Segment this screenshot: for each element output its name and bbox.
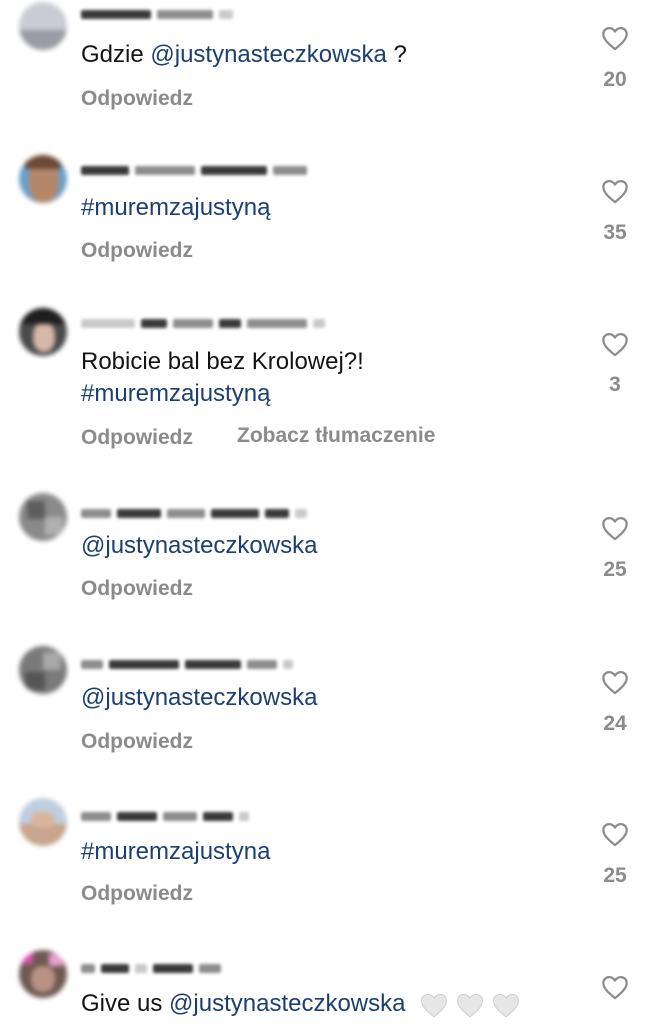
- username[interactable]: [81, 654, 293, 674]
- comment-text: @justynasteczkowska: [81, 530, 317, 562]
- comment-text: Gdzie @justynasteczkowska ?: [81, 39, 407, 71]
- mention-link[interactable]: @justynasteczkowska: [150, 41, 386, 68]
- username[interactable]: [81, 503, 307, 523]
- comment-3: Robicie bal bez Krolowej?! #muremzajustyn…: [0, 305, 658, 485]
- username[interactable]: [81, 806, 249, 826]
- heart-icon[interactable]: [601, 974, 629, 1000]
- comment-plain-text: ?: [386, 41, 407, 68]
- reply-button[interactable]: Odpowiedz: [81, 239, 193, 263]
- emoji-group: [419, 991, 521, 1019]
- avatar[interactable]: [19, 493, 67, 541]
- comment-2: #muremzajustyną Odpowiedz 35: [0, 150, 658, 305]
- like-count: 35: [603, 221, 627, 244]
- comment-plain-text: Give us: [81, 990, 170, 1017]
- like-count: 24: [603, 712, 627, 735]
- comment-text: #muremzajustyna: [81, 836, 270, 868]
- reply-button[interactable]: Odpowiedz: [81, 426, 193, 450]
- like-count: 20: [603, 68, 627, 91]
- white-heart-icon: [493, 993, 520, 1018]
- heart-icon[interactable]: [601, 178, 629, 204]
- username[interactable]: [81, 958, 221, 978]
- heart-icon[interactable]: [601, 25, 629, 51]
- comment-text: Give us @justynasteczkowska: [81, 988, 521, 1020]
- avatar[interactable]: [19, 798, 67, 846]
- heart-icon[interactable]: [601, 669, 629, 695]
- mention-link[interactable]: @justynasteczkowska: [81, 684, 317, 711]
- avatar[interactable]: [19, 308, 67, 356]
- avatar[interactable]: [19, 646, 67, 694]
- see-translation-button[interactable]: Zobacz tłumaczenie: [237, 424, 435, 448]
- username[interactable]: [81, 160, 307, 180]
- like-count: 25: [603, 864, 627, 887]
- reply-button[interactable]: Odpowiedz: [81, 87, 193, 111]
- comment-text: @justynasteczkowska: [81, 682, 317, 714]
- avatar[interactable]: [19, 950, 67, 998]
- comment-1: Gdzie @justynasteczkowska ? Odpowiedz 20: [0, 0, 658, 150]
- reply-button[interactable]: Odpowiedz: [81, 882, 193, 906]
- username[interactable]: [81, 313, 325, 333]
- mention-link[interactable]: @justynasteczkowska: [81, 532, 317, 559]
- avatar[interactable]: [19, 155, 67, 203]
- white-heart-icon: [457, 993, 484, 1018]
- heart-icon[interactable]: [601, 515, 629, 541]
- comment-text: Robicie bal bez Krolowej?! #muremzajustyn…: [81, 346, 364, 410]
- comment-text: #muremzajustyną: [81, 192, 270, 224]
- like-count: 25: [603, 558, 627, 581]
- reply-button[interactable]: Odpowiedz: [81, 730, 193, 754]
- reply-button[interactable]: Odpowiedz: [81, 577, 193, 601]
- comment-7: Give us @justynasteczkowska: [0, 942, 658, 1024]
- comment-6: #muremzajustyna Odpowiedz 25: [0, 792, 658, 942]
- heart-icon[interactable]: [601, 331, 629, 357]
- avatar[interactable]: [19, 2, 67, 50]
- white-heart-icon: [421, 993, 448, 1018]
- hashtag-link[interactable]: #muremzajustyną: [81, 380, 270, 407]
- comment-plain-text: Gdzie: [81, 41, 151, 68]
- comment-4: @justynasteczkowska Odpowiedz 25: [0, 485, 658, 640]
- like-count: 3: [609, 373, 621, 396]
- hashtag-link[interactable]: #muremzajustyną: [81, 194, 270, 221]
- heart-icon[interactable]: [601, 821, 629, 847]
- username[interactable]: [81, 4, 233, 24]
- comment-5: @justynasteczkowska Odpowiedz 24: [0, 640, 658, 792]
- mention-link[interactable]: @justynasteczkowska: [169, 990, 405, 1017]
- comment-plain-text: Robicie bal bez Krolowej?!: [81, 348, 364, 375]
- hashtag-link[interactable]: #muremzajustyna: [81, 838, 270, 865]
